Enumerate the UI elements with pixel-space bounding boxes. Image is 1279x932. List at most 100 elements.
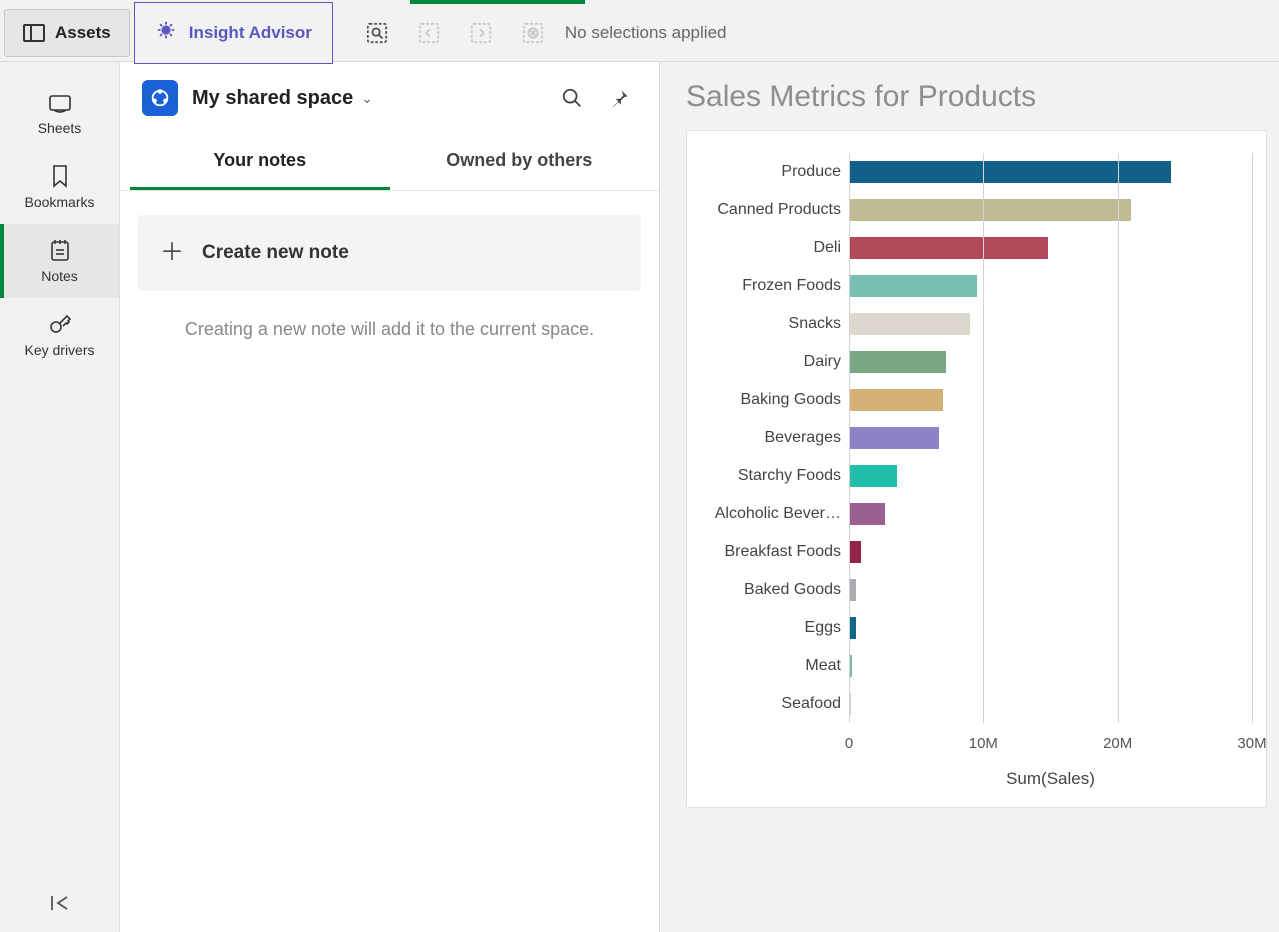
bar-row[interactable]: Baking Goods [701, 381, 1252, 419]
sidebar-item-label: Sheets [38, 120, 82, 136]
chart-region: Sales Metrics for Products Produce Canned… [660, 62, 1279, 932]
insight-label: Insight Advisor [189, 23, 312, 43]
x-axis-label: Sum(Sales) [701, 769, 1252, 789]
collapse-sidebar-button[interactable] [0, 874, 119, 932]
bar-track [849, 541, 1252, 563]
bar-fill [849, 161, 1171, 183]
bar-track [849, 465, 1252, 487]
bar-row[interactable]: Baked Goods [701, 571, 1252, 609]
notes-tabs: Your notes Owned by others [120, 134, 659, 191]
sheets-icon [48, 94, 72, 114]
smart-search-button[interactable] [357, 13, 397, 53]
selection-forward-button[interactable] [461, 13, 501, 53]
plus-icon: ＋ [160, 241, 184, 265]
bar-row[interactable]: Eggs [701, 609, 1252, 647]
sidebar-item-label: Key drivers [24, 342, 94, 358]
search-notes-button[interactable] [555, 81, 589, 115]
bar-fill [849, 351, 946, 373]
bar-row[interactable]: Produce [701, 153, 1252, 191]
bar-track [849, 427, 1252, 449]
bar-fill [849, 693, 851, 715]
insight-advisor-button[interactable]: Insight Advisor [134, 2, 333, 64]
bar-track [849, 693, 1252, 715]
x-tick-label: 30M [1237, 735, 1266, 752]
bar-label: Canned Products [701, 201, 849, 219]
bar-row[interactable]: Canned Products [701, 191, 1252, 229]
chevron-down-icon: ⌄ [361, 90, 373, 107]
bar-label: Snacks [701, 315, 849, 333]
sidebar-item-label: Notes [41, 268, 78, 284]
bar-label: Seafood [701, 695, 849, 713]
bar-row[interactable]: Meat [701, 647, 1252, 685]
bar-row[interactable]: Frozen Foods [701, 267, 1252, 305]
bar-label: Beverages [701, 429, 849, 447]
sidebar-item-label: Bookmarks [24, 194, 94, 210]
assets-label: Assets [55, 23, 111, 43]
space-name-label: My shared space [192, 87, 353, 110]
notes-icon [49, 238, 71, 262]
bar-label: Produce [701, 163, 849, 181]
create-note-button[interactable]: ＋ Create new note [138, 215, 641, 291]
bar-row[interactable]: Seafood [701, 685, 1252, 723]
bar-fill [849, 503, 885, 525]
bar-fill [849, 275, 977, 297]
bar-fill [849, 427, 939, 449]
bar-track [849, 313, 1252, 335]
bar-track [849, 579, 1252, 601]
bar-track [849, 503, 1252, 525]
tab-owned-by-others[interactable]: Owned by others [390, 134, 650, 190]
sidebar-item-bookmarks[interactable]: Bookmarks [0, 150, 119, 224]
bar-fill [849, 389, 943, 411]
clear-selections-button[interactable] [513, 13, 553, 53]
sidebar-item-keydrivers[interactable]: Key drivers [0, 298, 119, 372]
bar-label: Baking Goods [701, 391, 849, 409]
bookmark-icon [50, 164, 70, 188]
create-note-hint: Creating a new note will add it to the c… [138, 291, 641, 368]
chart-title: Sales Metrics for Products [686, 80, 1267, 114]
bar-label: Dairy [701, 353, 849, 371]
bar-fill [849, 541, 861, 563]
search-icon [561, 87, 583, 109]
space-selector[interactable]: My shared space ⌄ [192, 87, 373, 110]
bar-track [849, 655, 1252, 677]
bar-fill [849, 579, 856, 601]
x-tick-label: 20M [1103, 735, 1132, 752]
assets-button[interactable]: Assets [4, 9, 130, 57]
bar-row[interactable]: Beverages [701, 419, 1252, 457]
tab-your-notes[interactable]: Your notes [130, 134, 390, 190]
bar-row[interactable]: Alcoholic Bever… [701, 495, 1252, 533]
bar-label: Starchy Foods [701, 467, 849, 485]
keydrivers-icon [48, 312, 72, 336]
bar-track [849, 389, 1252, 411]
chart-card[interactable]: Produce Canned Products Deli Frozen Foods Sn… [686, 130, 1267, 808]
sidebar-item-sheets[interactable]: Sheets [0, 80, 119, 150]
space-icon [142, 80, 178, 116]
bar-label: Alcoholic Bever… [701, 505, 849, 523]
selections-status-text: No selections applied [565, 23, 727, 43]
bar-label: Meat [701, 657, 849, 675]
x-axis-ticks: 010M20M30M [849, 735, 1252, 759]
create-note-label: Create new note [202, 242, 349, 264]
bar-row[interactable]: Deli [701, 229, 1252, 267]
bar-label: Frozen Foods [701, 277, 849, 295]
collapse-icon [49, 894, 71, 912]
sidebar-item-notes[interactable]: Notes [0, 224, 119, 298]
selection-back-button[interactable] [409, 13, 449, 53]
chart-plot: Produce Canned Products Deli Frozen Foods Sn… [701, 153, 1252, 723]
assets-icon [23, 24, 45, 42]
left-sidebar: Sheets Bookmarks Notes Key drivers [0, 62, 120, 932]
pin-panel-button[interactable] [603, 81, 637, 115]
pin-icon [610, 88, 630, 108]
bar-track [849, 237, 1252, 259]
bar-track [849, 617, 1252, 639]
bar-row[interactable]: Snacks [701, 305, 1252, 343]
bar-row[interactable]: Breakfast Foods [701, 533, 1252, 571]
bar-track [849, 199, 1252, 221]
x-tick-label: 10M [969, 735, 998, 752]
bar-label: Eggs [701, 619, 849, 637]
bar-fill [849, 199, 1131, 221]
bar-row[interactable]: Starchy Foods [701, 457, 1252, 495]
bar-track [849, 161, 1252, 183]
insight-icon [155, 19, 177, 46]
bar-row[interactable]: Dairy [701, 343, 1252, 381]
